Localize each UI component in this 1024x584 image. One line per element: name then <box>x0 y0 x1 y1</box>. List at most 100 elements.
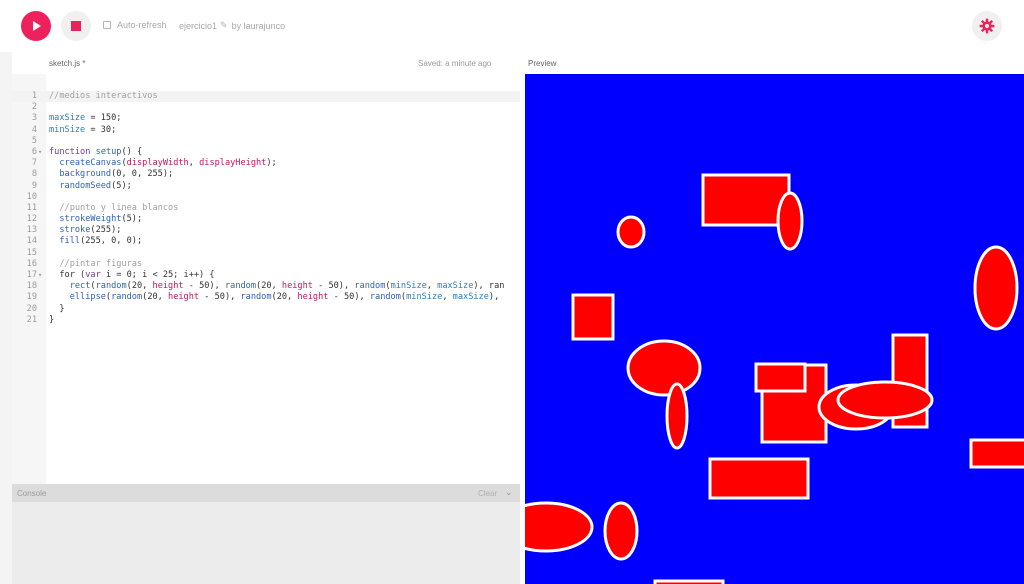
line-number: 4 <box>31 124 37 135</box>
sketch-rect <box>754 362 807 393</box>
line-number: 9 <box>31 180 37 191</box>
line-number: 3 <box>31 113 37 124</box>
sketch-drawing <box>525 173 1024 584</box>
code-line[interactable]: 10 <box>12 192 520 203</box>
sketch-ellipse <box>836 380 934 420</box>
project-name[interactable]: ejercicio1 <box>179 21 217 31</box>
code-text: } <box>49 314 55 325</box>
line-number: 21 <box>26 314 37 325</box>
code-text: maxSize = 150; <box>49 113 122 124</box>
play-button[interactable] <box>21 11 51 41</box>
play-icon <box>33 21 41 31</box>
code-line[interactable]: 16 //pintar figuras <box>12 259 520 270</box>
code-lines[interactable]: 1 //medios interactivos 2 3 maxSize = 150; 4 m… <box>12 91 520 326</box>
line-number: 1 <box>31 91 37 101</box>
project-info: ejercicio1 ✎ by laurajunco <box>179 20 285 31</box>
code-text: createCanvas(displayWidth, displayHeight… <box>59 158 277 169</box>
code-line[interactable]: 20 } <box>12 304 520 315</box>
line-number: 6 <box>31 146 37 157</box>
sketch-ellipse <box>626 339 702 397</box>
file-name: sketch.js <box>49 59 81 68</box>
code-line[interactable]: 7 createCanvas(displayWidth, displayHeig… <box>12 158 520 169</box>
preview-label: Preview <box>528 59 557 68</box>
code-line[interactable]: 14 fill(255, 0, 0); <box>12 236 520 247</box>
console-clear-button[interactable]: Clear <box>478 489 497 498</box>
stop-button[interactable] <box>61 11 91 41</box>
auto-refresh[interactable]: Auto-refresh <box>103 20 167 30</box>
line-number: 19 <box>26 292 37 303</box>
sketch-rect <box>701 173 791 227</box>
chevron-down-icon[interactable]: ⌄ <box>505 487 513 498</box>
code-text: //pintar figuras <box>49 258 143 269</box>
console-label: Console <box>17 489 47 498</box>
code-line[interactable]: 6 ▾ function setup() { <box>12 147 520 158</box>
file-tab[interactable]: sketch.js * <box>49 59 85 68</box>
code-line[interactable]: 5 <box>12 136 520 147</box>
code-line[interactable]: 3 maxSize = 150; <box>12 113 520 124</box>
code-line[interactable]: 1 //medios interactivos <box>12 91 520 103</box>
auto-refresh-label: Auto-refresh <box>117 20 167 30</box>
line-number: 11 <box>26 202 37 213</box>
sketch-ellipse <box>973 245 1019 331</box>
line-number: 14 <box>26 236 37 247</box>
preview-header <box>520 52 1024 74</box>
code-text: //medios interactivos <box>49 91 158 101</box>
line-number: 18 <box>26 281 37 292</box>
code-text: //punto y linea blancos <box>49 202 179 213</box>
sketch-ellipse <box>665 382 689 450</box>
sketch-ellipse <box>525 501 594 553</box>
project-author[interactable]: by laurajunco <box>232 21 286 31</box>
code-text: for (var i = 0; i < 25; i++) { <box>49 270 215 280</box>
line-number: 17 <box>26 270 37 280</box>
code-text: function setup() { <box>49 146 143 157</box>
preview-canvas[interactable] <box>525 74 1024 584</box>
code-line[interactable]: 8 background(0, 0, 255); <box>12 169 520 180</box>
fold-arrow-icon[interactable]: ▾ <box>38 270 42 281</box>
code-text: stroke(255); <box>59 225 122 236</box>
sketch-rect <box>708 457 810 500</box>
code-text: randomSeed(5); <box>59 180 132 191</box>
code-line[interactable]: 11 //punto y linea blancos <box>12 203 520 214</box>
line-number: 10 <box>26 191 37 202</box>
settings-button[interactable] <box>972 11 1002 41</box>
sketch-ellipse <box>616 215 646 249</box>
code-text: } <box>49 303 65 314</box>
unsaved-marker: * <box>82 59 86 68</box>
pencil-icon[interactable]: ✎ <box>220 20 228 31</box>
line-number: 16 <box>26 258 37 269</box>
code-line[interactable]: 12 strokeWeight(5); <box>12 214 520 225</box>
code-line[interactable]: 4 minSize = 30; <box>12 125 520 136</box>
line-number: 8 <box>31 169 37 180</box>
gear-icon <box>979 18 995 34</box>
code-text: ellipse(random(20, height - 50), random(… <box>69 292 500 303</box>
code-line[interactable]: 2 <box>12 102 520 113</box>
code-line[interactable]: 15 <box>12 248 520 259</box>
line-number: 7 <box>31 158 37 169</box>
line-number: 12 <box>26 214 37 225</box>
sketch-ellipse <box>603 501 639 561</box>
code-line[interactable]: 13 stroke(255); <box>12 225 520 236</box>
code-line[interactable]: 17 ▾ for (var i = 0; i < 25; i++) { <box>12 270 520 281</box>
auto-refresh-checkbox[interactable] <box>103 21 111 29</box>
console-output <box>12 502 520 584</box>
code-line[interactable]: 9 randomSeed(5); <box>12 181 520 192</box>
code-editor[interactable]: 1 //medios interactivos 2 3 maxSize = 150; 4 m… <box>12 74 520 484</box>
sketch-rect <box>969 438 1024 469</box>
code-line[interactable]: 21} <box>12 315 520 326</box>
console-header[interactable] <box>12 484 520 502</box>
line-number: 13 <box>26 225 37 236</box>
sidebar-collapsed <box>0 52 12 584</box>
line-number: 5 <box>31 135 37 146</box>
code-line[interactable]: 18 rect(random(20, height - 50), random(… <box>12 281 520 292</box>
line-number: 15 <box>26 247 37 258</box>
code-line[interactable]: 19 ellipse(random(20, height - 50), rand… <box>12 292 520 303</box>
code-text: minSize = 30; <box>49 124 117 135</box>
code-text: background(0, 0, 255); <box>59 169 174 180</box>
line-number: 20 <box>26 303 37 314</box>
stop-icon <box>71 21 81 31</box>
code-text: fill(255, 0, 0); <box>59 236 143 247</box>
sketch-rect <box>571 293 615 341</box>
sketch-ellipse <box>776 191 804 251</box>
fold-arrow-icon[interactable]: ▾ <box>38 147 42 158</box>
line-number: 2 <box>31 102 37 113</box>
